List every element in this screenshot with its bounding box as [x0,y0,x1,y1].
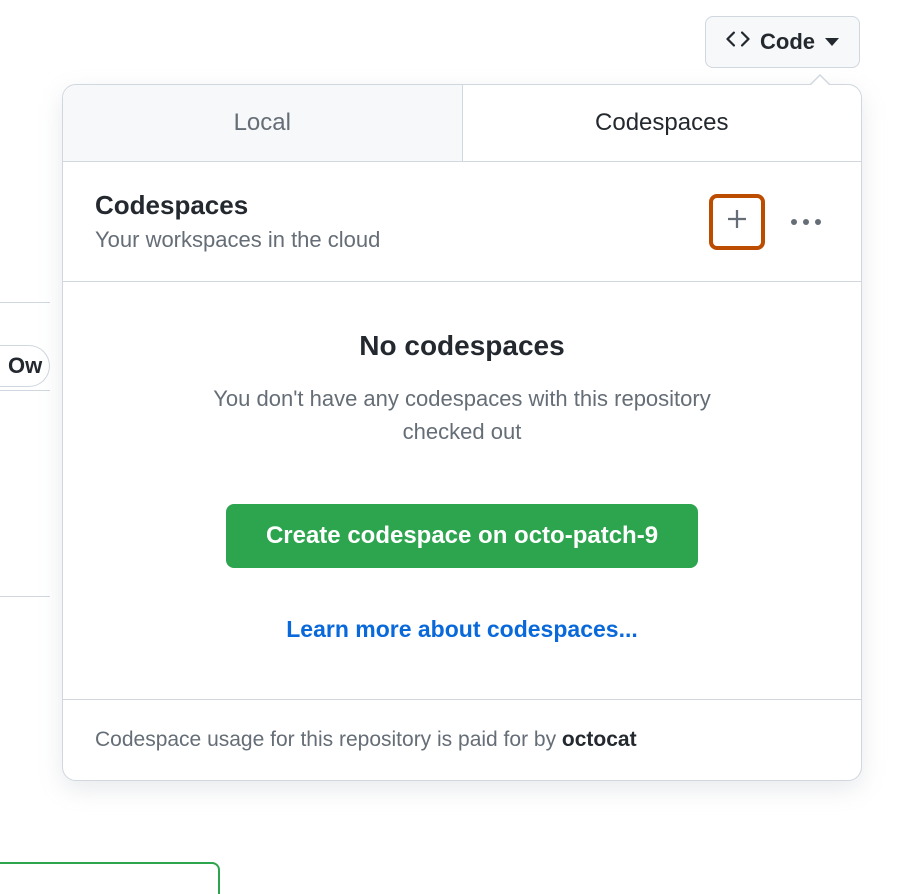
create-codespace-button[interactable] [709,194,765,250]
footer-prefix: Codespace usage for this repository is p… [95,728,562,751]
header-actions [709,194,829,250]
bg-partial-pill: Ow [0,345,50,387]
plus-icon [725,207,749,236]
bg-divider [0,302,50,303]
code-icon [726,27,750,57]
empty-state-description: You don't have any codespaces with this … [202,382,722,448]
bg-divider [0,390,50,391]
bg-divider [0,596,50,597]
code-button[interactable]: Code [705,16,860,68]
create-codespace-on-branch-button[interactable]: Create codespace on octo-patch-9 [226,504,698,568]
footer-owner: octocat [562,728,637,751]
codespaces-subtitle: Your workspaces in the cloud [95,227,380,253]
tab-local-label: Local [234,109,291,136]
kebab-icon [791,219,797,225]
codespaces-options-button[interactable] [783,211,829,233]
codespaces-title: Codespaces [95,190,380,221]
caret-down-icon [825,38,839,46]
codespaces-header: Codespaces Your workspaces in the cloud [63,162,861,282]
kebab-icon [803,219,809,225]
tab-codespaces[interactable]: Codespaces [463,85,862,161]
code-button-label: Code [760,29,815,55]
usage-footer: Codespace usage for this repository is p… [63,700,861,780]
empty-state-title: No codespaces [95,330,829,362]
bg-pill-text: Ow [8,353,42,379]
tab-codespaces-label: Codespaces [595,109,728,136]
tabs-container: Local Codespaces [63,85,861,162]
learn-more-link[interactable]: Learn more about codespaces... [286,616,638,642]
code-dropdown-popover: Local Codespaces Codespaces Your workspa… [62,84,862,781]
kebab-icon [815,219,821,225]
tab-local[interactable]: Local [63,85,463,161]
empty-state: No codespaces You don't have any codespa… [63,282,861,700]
bg-partial-success-box [0,862,220,894]
header-text: Codespaces Your workspaces in the cloud [95,190,380,253]
